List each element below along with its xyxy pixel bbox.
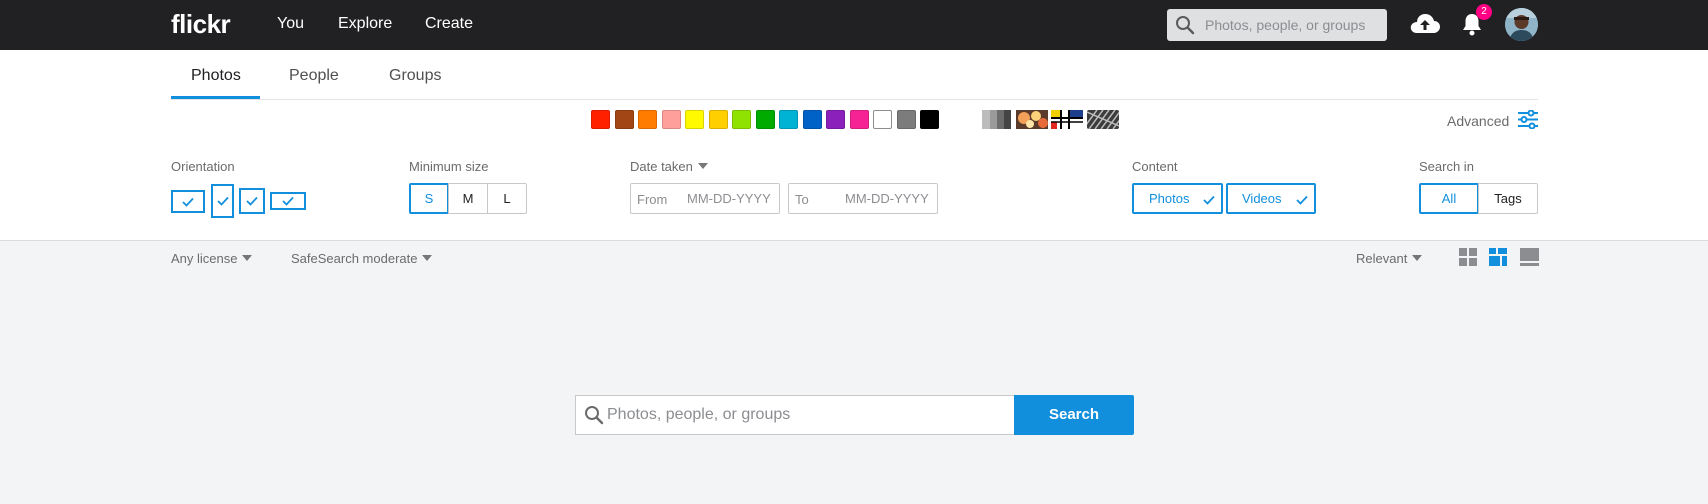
checkmark-icon <box>1296 195 1308 205</box>
color-swatch[interactable] <box>708 110 728 129</box>
top-search-box[interactable] <box>1167 9 1387 41</box>
search-icon <box>1175 15 1195 40</box>
notification-count-badge: 2 <box>1476 4 1492 20</box>
content-videos-label: Videos <box>1242 191 1282 206</box>
color-swatch[interactable] <box>591 110 610 129</box>
main-search-box[interactable] <box>575 395 1015 435</box>
license-label: Any license <box>171 251 238 266</box>
orientation-landscape-checkbox[interactable] <box>171 190 205 213</box>
nav-create[interactable]: Create <box>425 15 473 33</box>
date-taken-label: Date taken <box>630 159 693 174</box>
date-to-label: To <box>795 192 809 207</box>
color-swatch[interactable] <box>920 110 939 129</box>
black-and-white-style-icon[interactable] <box>982 110 1011 134</box>
caret-down-icon <box>242 255 253 261</box>
search-icon <box>584 405 604 430</box>
tab-photos[interactable]: Photos <box>191 67 241 85</box>
color-swatch[interactable] <box>779 110 798 129</box>
color-swatch[interactable] <box>849 110 869 129</box>
color-swatch[interactable] <box>755 110 775 129</box>
size-large-button[interactable]: L <box>487 183 527 214</box>
color-swatch[interactable] <box>896 110 916 129</box>
checkmark-icon <box>282 196 294 206</box>
color-swatch[interactable] <box>732 110 751 129</box>
caret-down-icon <box>697 163 708 169</box>
orientation-label: Orientation <box>171 159 235 174</box>
content-videos-toggle[interactable]: Videos <box>1226 183 1316 214</box>
content-photos-toggle[interactable]: Photos <box>1132 183 1223 214</box>
top-navbar: flickr You Explore Create 2 <box>0 0 1708 50</box>
safesearch-dropdown[interactable]: SafeSearch moderate <box>291 251 433 266</box>
orientation-portrait-checkbox[interactable] <box>211 184 234 218</box>
nav-explore[interactable]: Explore <box>338 15 392 33</box>
safesearch-label: SafeSearch moderate <box>291 251 418 266</box>
checkmark-icon <box>1203 195 1215 205</box>
search-in-label: Search in <box>1419 159 1474 174</box>
patterns-style-icon[interactable] <box>1082 109 1128 134</box>
sort-dropdown[interactable]: Relevant <box>1356 251 1423 266</box>
minimalist-style-icon[interactable] <box>1051 110 1083 134</box>
main-search-input[interactable] <box>607 396 1007 434</box>
checkmark-icon <box>216 196 229 206</box>
caret-down-icon <box>1412 255 1423 261</box>
date-taken-dropdown[interactable]: Date taken <box>630 159 708 174</box>
flickr-logo[interactable]: flickr <box>171 9 231 40</box>
user-avatar[interactable] <box>1505 8 1538 41</box>
top-search-input[interactable] <box>1205 9 1381 41</box>
tab-groups[interactable]: Groups <box>389 67 441 85</box>
detail-view-icon[interactable] <box>1520 248 1539 271</box>
orientation-square-checkbox[interactable] <box>239 188 265 214</box>
content-label: Content <box>1132 159 1178 174</box>
size-medium-button[interactable]: M <box>448 183 488 214</box>
nav-you[interactable]: You <box>277 15 304 33</box>
checkmark-icon <box>246 196 258 206</box>
date-to-input[interactable] <box>845 184 935 213</box>
search-in-all-button[interactable]: All <box>1419 183 1479 214</box>
color-swatch[interactable] <box>873 110 892 129</box>
advanced-filters-icon[interactable] <box>1517 109 1539 134</box>
upload-cloud-icon[interactable] <box>1409 11 1441 42</box>
tab-divider <box>171 99 1538 100</box>
search-in-tags-button[interactable]: Tags <box>1478 183 1538 214</box>
content-photos-label: Photos <box>1149 191 1190 206</box>
caret-down-icon <box>422 255 433 261</box>
size-small-button[interactable]: S <box>409 183 449 214</box>
advanced-toggle-label[interactable]: Advanced <box>1447 113 1509 129</box>
justified-view-icon[interactable] <box>1489 248 1507 271</box>
date-to-field[interactable]: To <box>788 183 938 214</box>
shallow-depth-of-field-style-icon[interactable] <box>1016 110 1048 134</box>
active-tab-indicator <box>171 96 260 99</box>
color-swatch[interactable] <box>638 110 657 129</box>
tab-people[interactable]: People <box>289 67 339 85</box>
color-swatch[interactable] <box>661 110 681 129</box>
grid-view-icon[interactable] <box>1459 248 1477 271</box>
date-from-field[interactable]: From <box>630 183 780 214</box>
color-swatch[interactable] <box>685 110 704 129</box>
date-from-input[interactable] <box>687 184 777 213</box>
minimum-size-label: Minimum size <box>409 159 489 174</box>
color-swatch[interactable] <box>802 110 822 129</box>
color-swatch[interactable] <box>614 110 634 129</box>
orientation-panorama-checkbox[interactable] <box>270 192 306 210</box>
search-button[interactable]: Search <box>1014 395 1134 435</box>
color-swatch[interactable] <box>826 110 845 129</box>
checkmark-icon <box>182 197 194 207</box>
date-from-label: From <box>637 192 668 207</box>
license-dropdown[interactable]: Any license <box>171 251 253 266</box>
sort-label: Relevant <box>1356 251 1408 266</box>
